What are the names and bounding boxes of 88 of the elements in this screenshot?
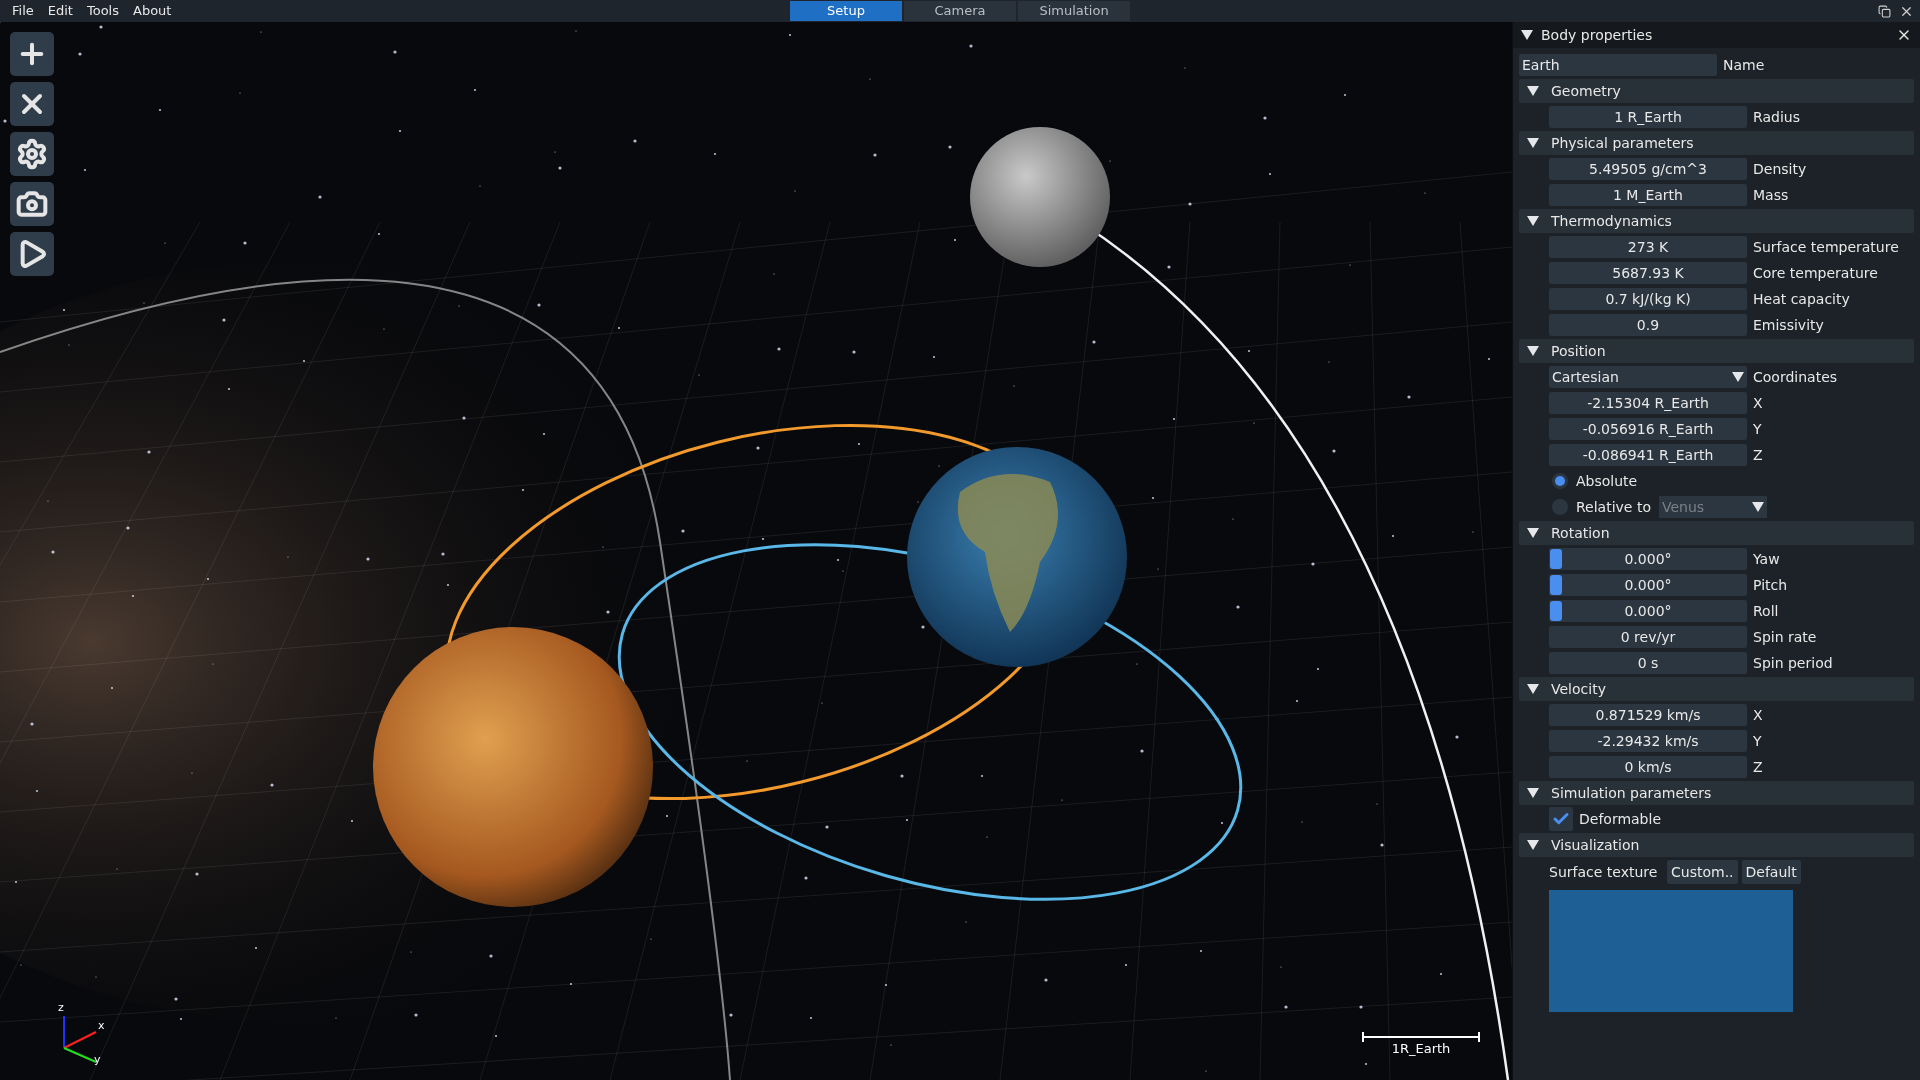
value-field[interactable]: 273 K: [1549, 236, 1747, 258]
collapse-triangle-icon[interactable]: [1527, 528, 1539, 538]
mode-tab[interactable]: Simulation: [1018, 1, 1130, 21]
property-label: Coordinates: [1753, 367, 1838, 387]
close-icon[interactable]: [10, 82, 54, 126]
value-field[interactable]: -2.29432 km/s: [1549, 730, 1747, 752]
panel-title: Body properties: [1541, 25, 1654, 45]
property-label: Name: [1723, 55, 1765, 75]
property-label: Y: [1753, 419, 1762, 439]
collapse-triangle-icon[interactable]: [1527, 138, 1539, 148]
menu-item[interactable]: File: [6, 1, 40, 21]
restore-icon[interactable]: [1878, 4, 1891, 18]
collapse-triangle-icon[interactable]: [1527, 86, 1539, 96]
checkbox[interactable]: [1549, 807, 1573, 831]
slider-thumb[interactable]: [1550, 575, 1562, 595]
camera-icon[interactable]: [10, 182, 54, 226]
axis-label: z: [58, 1000, 64, 1016]
collapse-triangle-icon[interactable]: [1527, 684, 1539, 694]
collapse-triangle-icon[interactable]: [1527, 788, 1539, 798]
axis-label: x: [98, 1018, 105, 1034]
collapse-triangle-icon[interactable]: [1527, 840, 1539, 850]
property-label: Roll: [1753, 601, 1779, 621]
value-field[interactable]: 5687.93 K: [1549, 262, 1747, 284]
collapse-triangle-icon[interactable]: [1521, 30, 1533, 40]
property-label: Surface texture: [1549, 862, 1659, 882]
radio-button[interactable]: [1552, 473, 1568, 489]
value-field[interactable]: -2.15304 R_Earth: [1549, 392, 1747, 414]
scale-bar-icon: [1362, 1032, 1480, 1042]
value-field[interactable]: 0 s: [1549, 652, 1747, 674]
coordinates-dropdown[interactable]: Cartesian: [1549, 366, 1747, 388]
property-label: Core temperature: [1753, 263, 1878, 283]
scale-label: 1R_Earth: [1391, 1042, 1451, 1055]
property-label: Z: [1753, 445, 1763, 465]
slider-thumb[interactable]: [1550, 549, 1562, 569]
menu-item[interactable]: About: [127, 1, 178, 21]
property-label: Deformable: [1579, 809, 1661, 829]
settings-icon[interactable]: [10, 132, 54, 176]
axis-label: y: [94, 1052, 101, 1068]
section-header[interactable]: Simulation parameters: [1519, 781, 1914, 805]
section-header[interactable]: Geometry: [1519, 79, 1914, 103]
value-field[interactable]: 0.7 kJ/(kg K): [1549, 288, 1747, 310]
property-label: Relative to: [1576, 497, 1651, 517]
value-field[interactable]: 1 M_Earth: [1549, 184, 1747, 206]
section-header[interactable]: Rotation: [1519, 521, 1914, 545]
slider-thumb[interactable]: [1550, 601, 1562, 621]
texture-button[interactable]: Default: [1741, 860, 1801, 884]
section-header[interactable]: Velocity: [1519, 677, 1914, 701]
angle-slider[interactable]: 0.000°: [1549, 600, 1747, 622]
value-field[interactable]: 0 km/s: [1549, 756, 1747, 778]
menu-item[interactable]: Tools: [80, 1, 125, 21]
section-header[interactable]: Position: [1519, 339, 1914, 363]
section-header[interactable]: Physical parameters: [1519, 131, 1914, 155]
section-header[interactable]: Visualization: [1519, 833, 1914, 857]
property-label: X: [1753, 393, 1763, 413]
mode-tab[interactable]: Camera: [904, 1, 1016, 21]
value-field[interactable]: 0.9: [1549, 314, 1747, 336]
angle-slider[interactable]: 0.000°: [1549, 574, 1747, 596]
property-label: Pitch: [1753, 575, 1788, 595]
property-label: Radius: [1753, 107, 1800, 127]
value-field[interactable]: -0.086941 R_Earth: [1549, 444, 1747, 466]
value-field[interactable]: 5.49505 g/cm^3: [1549, 158, 1747, 180]
collapse-triangle-icon[interactable]: [1527, 346, 1539, 356]
add-icon[interactable]: [10, 32, 54, 76]
value-field[interactable]: 0.871529 km/s: [1549, 704, 1747, 726]
value-field[interactable]: 0 rev/yr: [1549, 626, 1747, 648]
property-label: Mass: [1753, 185, 1789, 205]
angle-slider[interactable]: 0.000°: [1549, 548, 1747, 570]
property-label: Z: [1753, 757, 1763, 777]
menu-item[interactable]: Edit: [41, 1, 79, 21]
property-label: Spin rate: [1753, 627, 1817, 647]
property-label: Heat capacity: [1753, 289, 1850, 309]
property-label: Emissivity: [1753, 315, 1824, 335]
property-label: Spin period: [1753, 653, 1833, 673]
property-label: X: [1753, 705, 1763, 725]
property-label: Surface temperature: [1753, 237, 1899, 257]
value-field[interactable]: 1 R_Earth: [1549, 106, 1747, 128]
name-field[interactable]: Earth: [1519, 54, 1717, 76]
property-label: Density: [1753, 159, 1807, 179]
property-label: Absolute: [1576, 471, 1638, 491]
property-label: Yaw: [1753, 549, 1780, 569]
property-label: Y: [1753, 731, 1762, 751]
play-icon[interactable]: [10, 232, 54, 276]
mode-tab[interactable]: Setup: [790, 1, 902, 21]
texture-button[interactable]: Custom..: [1667, 860, 1738, 884]
section-header[interactable]: Thermodynamics: [1519, 209, 1914, 233]
collapse-triangle-icon[interactable]: [1527, 216, 1539, 226]
dropdown-arrow-icon[interactable]: [1732, 372, 1744, 382]
value-field[interactable]: -0.056916 R_Earth: [1549, 418, 1747, 440]
